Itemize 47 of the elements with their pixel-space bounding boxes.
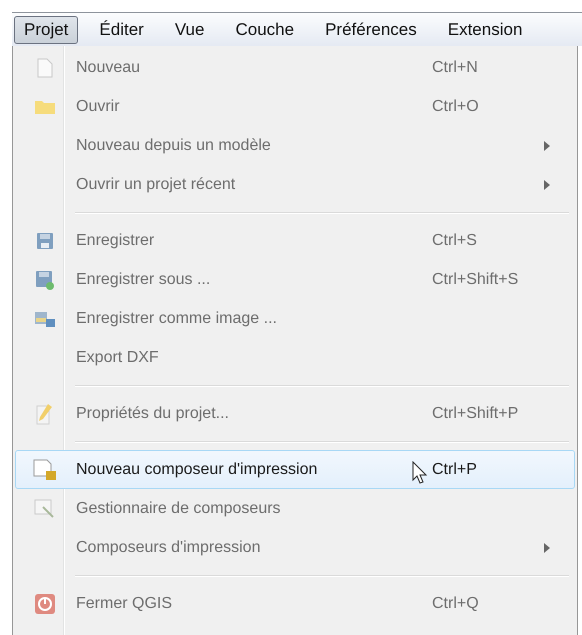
menu-item-label: Nouveau depuis un modèle: [76, 136, 271, 154]
composer-manager-icon: [34, 498, 56, 520]
menu-item[interactable]: Propriétés du projet... Ctrl+Shift+P: [15, 394, 575, 433]
menu-item[interactable]: Ouvrir Ctrl+O: [15, 87, 575, 126]
shortcut-label: Ctrl+P: [432, 460, 477, 478]
menu-title[interactable]: Extension: [438, 16, 532, 44]
shortcut-label: Ctrl+Shift+P: [432, 404, 518, 422]
menu-title[interactable]: Projet: [14, 16, 78, 44]
menu-item[interactable]: Nouveau depuis un modèle: [15, 126, 575, 165]
page-icon: [37, 58, 53, 78]
folder-icon: [34, 98, 56, 114]
menu-item-label: Propriétés du projet...: [76, 404, 229, 422]
menu-item[interactable]: Enregistrer sous ... Ctrl+Shift+S: [15, 260, 575, 299]
shortcut-label: Ctrl+Q: [432, 594, 479, 612]
menu-item-label: Fermer QGIS: [76, 594, 172, 612]
image-save-icon: [34, 310, 56, 328]
menu-item[interactable]: Nouveau Ctrl+N: [15, 48, 575, 87]
menu-item-label: Enregistrer comme image ...: [76, 310, 277, 326]
menu-title[interactable]: Éditer: [89, 16, 154, 44]
menu-item-label: Enregistrer: [76, 232, 154, 248]
menu-item-label: Ouvrir: [76, 98, 120, 114]
menu-item-label: Ouvrir un projet récent: [76, 176, 236, 192]
menu-item[interactable]: Fermer QGIS Ctrl+Q: [15, 584, 575, 623]
menu-item[interactable]: Ouvrir un projet récent: [15, 165, 575, 204]
menu-item[interactable]: Enregistrer Ctrl+S: [15, 221, 575, 260]
menu-item-label: Composeurs d'impression: [76, 538, 260, 556]
menu-title[interactable]: Préférences: [315, 16, 427, 44]
menu-item-label: Gestionnaire de composeurs: [76, 500, 281, 516]
menu-item[interactable]: Nouveau composeur d'impression Ctrl+P: [15, 450, 575, 489]
menu-item-label: Nouveau composeur d'impression: [76, 460, 318, 478]
menu-title[interactable]: Couche: [225, 16, 304, 44]
shortcut-label: Ctrl+N: [432, 58, 478, 76]
menu-item-label: Enregistrer sous ...: [76, 270, 210, 288]
menu-item[interactable]: Export DXF: [15, 338, 575, 377]
menu-item[interactable]: Gestionnaire de composeurs: [15, 489, 575, 528]
shortcut-label: Ctrl+S: [432, 232, 477, 248]
menu-item-label: Nouveau: [76, 58, 140, 76]
menu-title[interactable]: Vue: [164, 16, 214, 44]
shortcut-label: Ctrl+O: [432, 98, 479, 114]
menu-item[interactable]: Enregistrer comme image ...: [15, 299, 575, 338]
power-icon: [34, 592, 56, 614]
mouse-pointer-icon: [412, 461, 428, 485]
shortcut-label: Ctrl+Shift+S: [432, 270, 518, 288]
pencil-page-icon: [36, 402, 54, 424]
new-composer-icon: [33, 458, 57, 480]
menu-item-label: Export DXF: [76, 348, 159, 366]
menu-item[interactable]: Composeurs d'impression: [15, 528, 575, 567]
